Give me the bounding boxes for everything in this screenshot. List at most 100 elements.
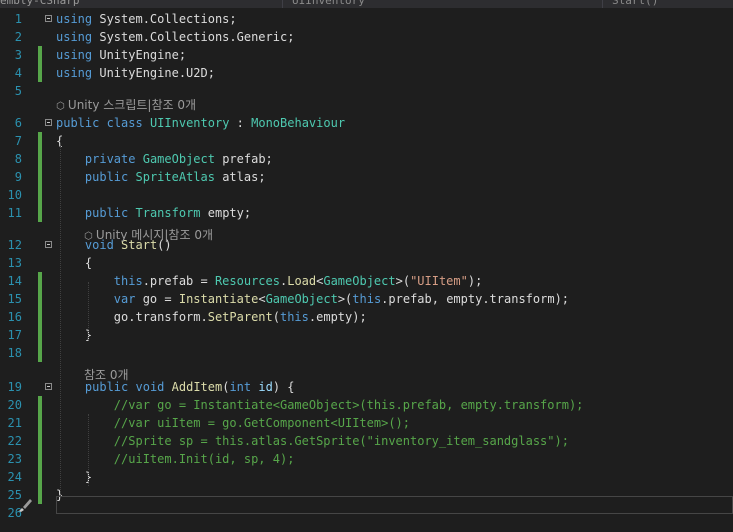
tab-separator <box>602 0 603 8</box>
line-number: 16 <box>7 310 22 324</box>
change-indicator <box>38 150 42 168</box>
code-lens[interactable]: ⬡ Unity 메시지|참조 0개 <box>84 226 213 244</box>
line-number: 17 <box>7 328 22 342</box>
line-number: 19 <box>7 380 22 394</box>
unity-icon: ⬡ <box>84 231 96 242</box>
code-text: //uiItem.Init(id, sp, 4); <box>113 452 295 466</box>
change-indicator <box>38 186 42 204</box>
indent-guide <box>88 282 89 340</box>
code-line[interactable]: 18 <box>0 344 733 362</box>
code-line[interactable]: 17 } <box>0 326 733 344</box>
change-indicator <box>38 432 42 450</box>
code-line[interactable]: 14 this.prefab = Resources.Load<GameObje… <box>0 272 733 290</box>
code-line[interactable]: 9 public SpriteAtlas atlas; <box>0 168 733 186</box>
change-indicator <box>38 396 42 414</box>
collapse-toggle-icon[interactable] <box>45 15 52 22</box>
indent-guide <box>88 414 89 486</box>
code-text: using System.Collections; <box>56 12 237 26</box>
class-dropdown[interactable]: UIInventory <box>292 0 365 8</box>
indent-guide <box>60 146 61 498</box>
code-text: //Sprite sp = this.atlas.GetSprite("inve… <box>113 434 569 448</box>
code-lens[interactable]: ⬡ Unity 스크립트|참조 0개 <box>56 96 196 114</box>
code-line[interactable]: 6 public class UIInventory : MonoBehaviou… <box>0 114 733 132</box>
change-indicator <box>38 272 42 290</box>
line-number: 1 <box>14 12 22 26</box>
project-dropdown[interactable]: embly-CSharp <box>0 0 79 8</box>
editor-tab-bar: embly-CSharp UIInventory Start() <box>0 0 733 8</box>
collapse-toggle-icon[interactable] <box>45 241 52 248</box>
line-number: 21 <box>7 416 22 430</box>
code-text: } <box>56 470 93 484</box>
code-text: public Transform empty; <box>84 206 252 220</box>
code-text: go.transform.SetParent(this.empty); <box>56 310 367 324</box>
line-number: 23 <box>7 452 22 466</box>
line-number: 4 <box>14 66 22 80</box>
collapse-toggle-icon[interactable] <box>45 119 52 126</box>
line-number: 13 <box>7 256 22 270</box>
change-indicator <box>38 46 42 64</box>
code-text: using System.Collections.Generic; <box>56 30 295 44</box>
code-line[interactable]: 10 <box>0 186 733 204</box>
line-number: 11 <box>7 206 22 220</box>
code-line[interactable]: 2 using System.Collections.Generic; <box>0 28 733 46</box>
code-line[interactable]: 16 go.transform.SetParent(this.empty); <box>0 308 733 326</box>
code-text: using UnityEngine.U2D; <box>56 66 215 80</box>
change-indicator <box>38 132 42 150</box>
code-line[interactable]: 15 var go = Instantiate<GameObject>(this… <box>0 290 733 308</box>
change-indicator <box>38 414 42 432</box>
code-line[interactable]: 8 private GameObject prefab; <box>0 150 733 168</box>
code-line[interactable]: 22 //Sprite sp = this.atlas.GetSprite("i… <box>0 432 733 450</box>
code-line[interactable]: 23 //uiItem.Init(id, sp, 4); <box>0 450 733 468</box>
line-number: 22 <box>7 434 22 448</box>
code-line[interactable]: 13 { <box>0 254 733 272</box>
code-text: { <box>56 256 93 270</box>
change-indicator <box>38 468 42 486</box>
line-number: 7 <box>14 134 22 148</box>
line-number: 18 <box>7 346 22 360</box>
code-text: var go = Instantiate<GameObject>(this.pr… <box>113 292 570 306</box>
code-line[interactable]: 7{ <box>0 132 733 150</box>
line-number: 2 <box>14 30 22 44</box>
code-text: //var go = Instantiate<GameObject>(this.… <box>113 398 584 412</box>
code-lens-text: Unity 메시지|참조 0개 <box>95 228 213 242</box>
code-line[interactable]: 4 using UnityEngine.U2D; <box>0 64 733 82</box>
code-lens-text: 참조 0개 <box>84 368 129 382</box>
code-text: //var uiItem = go.GetComponent<UIItem>()… <box>113 416 411 430</box>
change-indicator <box>38 290 42 308</box>
member-dropdown[interactable]: Start() <box>612 0 658 8</box>
unity-icon: ⬡ <box>56 101 68 112</box>
brush-icon[interactable] <box>16 497 34 513</box>
change-indicator <box>38 308 42 326</box>
line-number: 8 <box>14 152 22 166</box>
code-line[interactable]: 1 using System.Collections; <box>0 10 733 28</box>
code-text: using UnityEngine; <box>56 48 187 62</box>
code-line[interactable]: 24 } <box>0 468 733 486</box>
code-lens-text: Unity 스크립트|참조 0개 <box>67 98 197 112</box>
line-number: 3 <box>14 48 22 62</box>
code-lens[interactable]: 참조 0개 <box>84 366 129 384</box>
code-text: public class UIInventory : MonoBehaviour <box>56 116 346 130</box>
change-indicator <box>38 168 42 186</box>
code-text: private GameObject prefab; <box>84 152 273 166</box>
change-indicator <box>38 64 42 82</box>
code-line[interactable]: 21 //var uiItem = go.GetComponent<UIItem… <box>0 414 733 432</box>
line-number: 6 <box>14 116 22 130</box>
collapse-toggle-icon[interactable] <box>45 383 52 390</box>
line-number: 24 <box>7 470 22 484</box>
code-editor[interactable]: 1 using System.Collections; 2 using System.… <box>0 8 733 532</box>
code-line[interactable]: 20 //var go = Instantiate<GameObject>(th… <box>0 396 733 414</box>
code-text: } <box>56 328 93 342</box>
change-indicator <box>38 326 42 344</box>
line-number: 9 <box>14 170 22 184</box>
code-line[interactable]: 11 public Transform empty; <box>0 204 733 222</box>
code-line[interactable]: 3 using UnityEngine; <box>0 46 733 64</box>
code-text: public SpriteAtlas atlas; <box>84 170 266 184</box>
line-number: 15 <box>7 292 22 306</box>
line-number: 10 <box>7 188 22 202</box>
change-indicator <box>38 486 42 504</box>
line-number: 14 <box>7 274 22 288</box>
tab-separator <box>282 0 283 8</box>
line-number: 20 <box>7 398 22 412</box>
code-text: this.prefab = Resources.Load<GameObject>… <box>113 274 483 288</box>
line-number: 5 <box>14 84 22 98</box>
